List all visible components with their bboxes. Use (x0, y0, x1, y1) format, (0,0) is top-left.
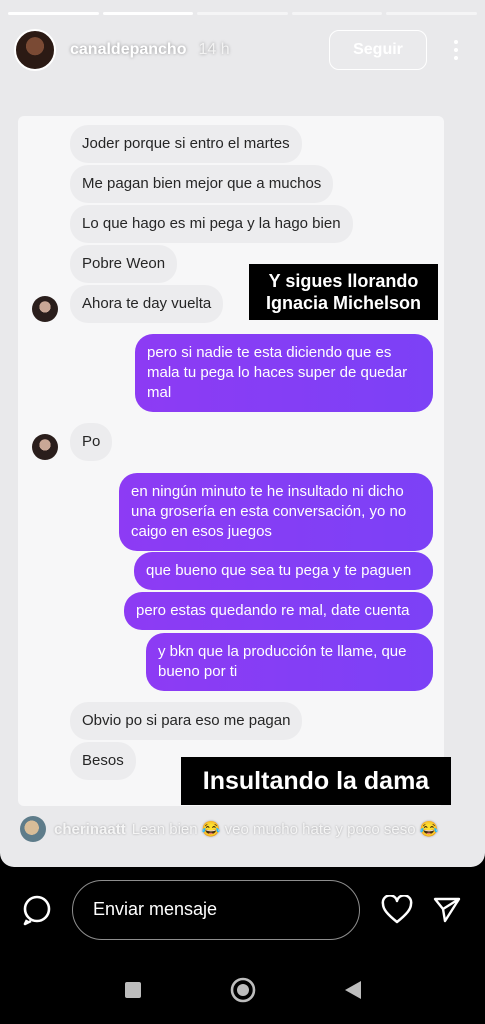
story-time: 14 h (198, 41, 230, 58)
story-username[interactable]: canaldepancho (70, 41, 186, 59)
progress-segment (291, 12, 383, 15)
send-icon[interactable] (430, 893, 464, 927)
incoming-message: Po (70, 423, 112, 461)
chat-screenshot: Joder porque si entro el martes Me pagan… (18, 116, 444, 806)
incoming-message: Lo que hago es mi pega y la hago bien (70, 205, 353, 243)
reply-bar: Enviar mensaje (0, 867, 485, 952)
progress-segment (102, 12, 194, 15)
system-nav-bar (0, 960, 485, 1024)
incoming-message: Ahora te day vuelta (70, 285, 224, 323)
contact-avatar (32, 296, 58, 322)
incoming-message: Me pagan bien mejor que a muchos (70, 165, 334, 203)
story-comment: cherinaatt Lean bien 😂 veo mucho hate y … (20, 816, 438, 842)
progress-segment (8, 12, 99, 15)
outgoing-message: pero estas quedando re mal, date cuenta (124, 592, 433, 630)
back-icon[interactable] (343, 979, 363, 1006)
comment-text: Lean bien 😂 veo mucho hate y poco seso 😂 (131, 821, 439, 838)
outgoing-message: y bkn que la producción te llame, que bu… (146, 633, 433, 691)
caption-bottom: Insultando la dama (181, 757, 451, 805)
caption-top-line2: Ignacia Michelson (265, 293, 422, 313)
progress-segment (197, 12, 288, 15)
follow-button[interactable]: Seguir (329, 30, 427, 70)
more-options-icon[interactable] (441, 30, 471, 70)
search-icon[interactable] (20, 893, 54, 927)
outgoing-message: en ningún minuto te he insultado ni dich… (119, 473, 433, 551)
home-icon[interactable] (229, 976, 257, 1009)
incoming-message: Besos (70, 742, 136, 780)
incoming-message: Joder porque si entro el martes (70, 125, 302, 163)
caption-top: Y sigues llorando Ignacia Michelson (249, 264, 438, 320)
comment-username: cherinaatt (54, 820, 126, 838)
message-input[interactable]: Enviar mensaje (72, 879, 360, 940)
outgoing-message: que bueno que sea tu pega y te paguen (134, 552, 433, 590)
recents-icon[interactable] (123, 980, 143, 1005)
comment-avatar (20, 816, 46, 842)
caption-top-line1: Y sigues llorando (268, 271, 419, 291)
contact-avatar (32, 434, 58, 460)
story-progress-bar (8, 12, 477, 15)
incoming-message: Pobre Weon (70, 245, 178, 283)
heart-icon[interactable] (380, 893, 414, 927)
profile-avatar[interactable] (14, 29, 56, 71)
progress-segment (386, 12, 477, 15)
incoming-message: Obvio po si para eso me pagan (70, 702, 303, 740)
story-header: canaldepancho 14 h Seguir (14, 26, 471, 74)
outgoing-message: pero si nadie te esta diciendo que es ma… (135, 334, 433, 412)
story-viewer[interactable]: canaldepancho 14 h Seguir Joder porque s… (0, 0, 485, 867)
